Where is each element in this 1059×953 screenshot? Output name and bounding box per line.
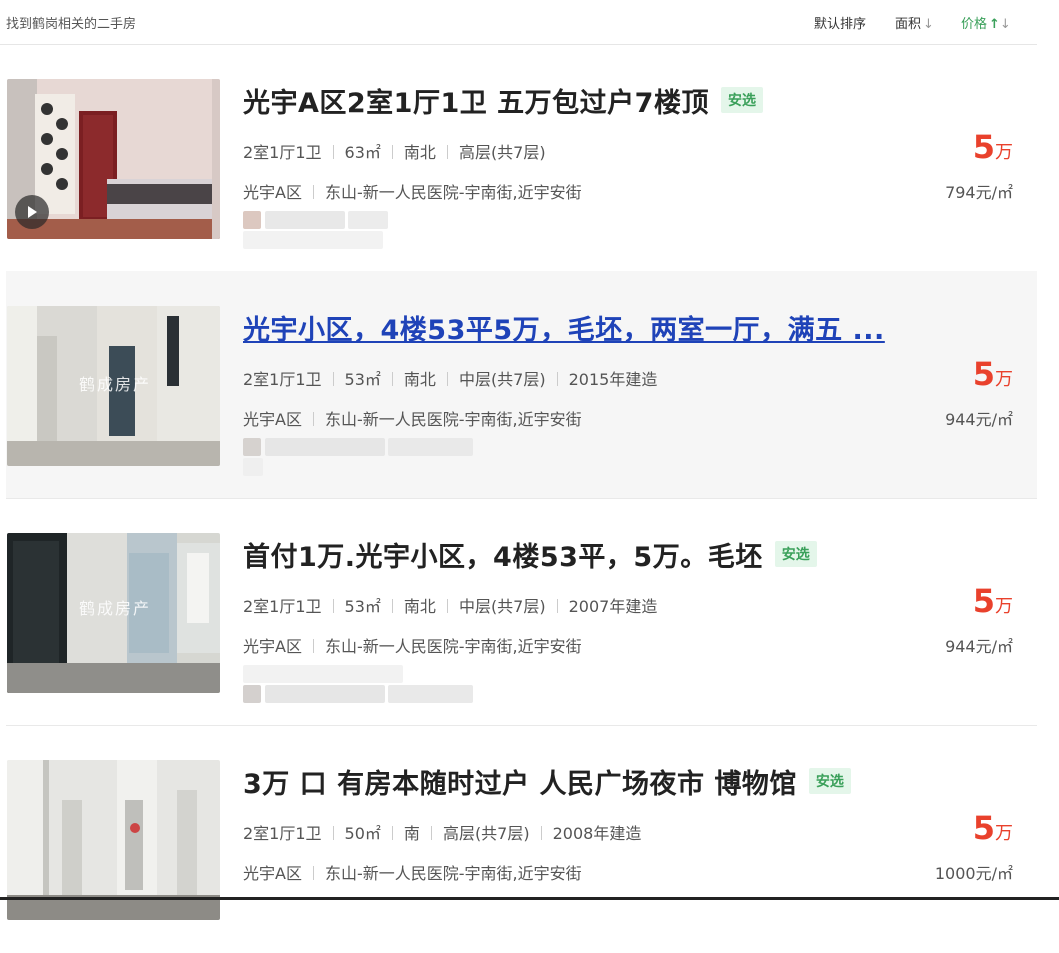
arrow-down-icon: ↓ [923, 17, 934, 32]
listing-specs: 2室1厅1卫 63㎡ 南北 高层(共7层) [243, 139, 546, 163]
listing-item[interactable]: 鹤成房产 首付1万.光宇小区，4楼53平，5万。毛坯 安选 2室1厅1卫 53㎡ 南… [6, 498, 1037, 726]
listing-item[interactable]: 鹤成房产 光宇小区，4楼53平5万，毛坯，两室一厅，满五 ... 2室1厅1卫 5… [6, 271, 1037, 499]
results-header: 找到鹤岗相关的二手房 默认排序 面积 ↓ 价格 ↑↓ [0, 0, 1037, 45]
price-unit: 万 [995, 596, 1013, 617]
price-number: 5 [972, 128, 995, 166]
spec-floor: 高层(共7层) [442, 824, 530, 843]
spec-orientation: 南北 [403, 143, 436, 162]
price-number: 5 [972, 355, 995, 393]
listing-address: 光宇A区 东山-新一人民医院-宇南街,近宇安街 [243, 860, 582, 884]
listing-item[interactable]: 3万 口 有房本随时过户 人民广场夜市 博物馆 安选 2室1厅1卫 50㎡ 南 高层(… [6, 725, 1037, 953]
listing-photo[interactable] [7, 79, 220, 239]
arrow-down-icon: ↓ [999, 17, 1011, 32]
community-link[interactable]: 光宇A区 [243, 637, 302, 656]
spec-build-year: 2007年建造 [568, 597, 658, 616]
watermark-text: 鹤成房产 [79, 599, 152, 618]
play-video-icon[interactable] [15, 195, 49, 229]
sort-price-label: 价格 [961, 17, 988, 32]
address-text: 东山-新一人民医院-宇南街,近宇安街 [324, 637, 582, 656]
sort-area-label: 面积 [895, 17, 922, 32]
listing-title[interactable]: 3万 口 有房本随时过户 人民广场夜市 博物馆 [243, 762, 797, 801]
spec-area: 50㎡ [344, 824, 381, 843]
price-unit: 万 [995, 823, 1013, 844]
spec-floor: 高层(共7层) [458, 143, 546, 162]
price-number: 5 [972, 582, 995, 620]
listing-photo[interactable]: 鹤成房产 [7, 533, 220, 693]
listing-address: 光宇A区 东山-新一人民医院-宇南街,近宇安街 [243, 633, 582, 657]
spec-layout: 2室1厅1卫 [243, 143, 322, 162]
spec-layout: 2室1厅1卫 [243, 370, 322, 389]
unit-price: 1000元/㎡ [934, 864, 1013, 883]
listing-photo[interactable] [7, 760, 220, 920]
listing-tags [243, 438, 483, 476]
listing-item[interactable]: 光宇A区2室1厅1卫 五万包过户7楼顶 安选 2室1厅1卫 63㎡ 南北 高层(共7层… [6, 44, 1037, 272]
listing-specs: 2室1厅1卫 50㎡ 南 高层(共7层) 2008年建造 [243, 820, 641, 844]
address-text: 东山-新一人民医院-宇南街,近宇安街 [324, 410, 582, 429]
listing-address: 光宇A区 东山-新一人民医院-宇南街,近宇安街 [243, 406, 582, 430]
total-price: 5万 [973, 582, 1013, 620]
spec-layout: 2室1厅1卫 [243, 824, 322, 843]
spec-orientation: 南北 [403, 370, 436, 389]
arrow-up-icon: ↑ [989, 17, 1000, 32]
sort-price-button[interactable]: 价格 ↑↓ [961, 13, 1011, 32]
price-unit: 万 [995, 142, 1013, 163]
listing-title[interactable]: 光宇A区2室1厅1卫 五万包过户7楼顶 [243, 81, 709, 120]
results-count-text: 找到鹤岗相关的二手房 [6, 17, 137, 32]
listing-title[interactable]: 首付1万.光宇小区，4楼53平，5万。毛坯 [243, 535, 763, 574]
spec-area: 63㎡ [344, 143, 381, 162]
listing-specs: 2室1厅1卫 53㎡ 南北 中层(共7层) 2007年建造 [243, 593, 657, 617]
spec-floor: 中层(共7层) [458, 597, 546, 616]
unit-price: 944元/㎡ [945, 410, 1013, 429]
watermark-text: 鹤成房产 [79, 375, 152, 394]
listing-tags [243, 665, 483, 703]
spec-floor: 中层(共7层) [458, 370, 546, 389]
safe-select-badge: 安选 [720, 87, 763, 113]
unit-price: 944元/㎡ [945, 637, 1013, 656]
spec-build-year: 2015年建造 [568, 370, 658, 389]
spec-build-year: 2008年建造 [552, 824, 642, 843]
spec-layout: 2室1厅1卫 [243, 597, 322, 616]
price-unit: 万 [995, 369, 1013, 390]
address-text: 东山-新一人民医院-宇南街,近宇安街 [324, 864, 582, 883]
sort-default-button[interactable]: 默认排序 [814, 13, 866, 32]
listing-photo[interactable]: 鹤成房产 [7, 306, 220, 466]
sort-default-label: 默认排序 [814, 17, 867, 32]
total-price: 5万 [973, 128, 1013, 166]
unit-price: 794元/㎡ [945, 183, 1013, 202]
community-link[interactable]: 光宇A区 [243, 864, 302, 883]
spec-orientation: 南北 [403, 597, 436, 616]
total-price: 5万 [973, 355, 1013, 393]
community-link[interactable]: 光宇A区 [243, 410, 302, 429]
address-text: 东山-新一人民医院-宇南街,近宇安街 [324, 183, 582, 202]
listing-specs: 2室1厅1卫 53㎡ 南北 中层(共7层) 2015年建造 [243, 366, 657, 390]
safe-select-badge: 安选 [774, 541, 817, 567]
spec-orientation: 南 [403, 824, 420, 843]
spec-area: 53㎡ [344, 370, 381, 389]
spec-area: 53㎡ [344, 597, 381, 616]
total-price: 5万 [973, 809, 1013, 847]
listing-tags [243, 211, 483, 249]
community-link[interactable]: 光宇A区 [243, 183, 302, 202]
sort-area-button[interactable]: 面积 ↓ [895, 13, 934, 32]
listing-title[interactable]: 光宇小区，4楼53平5万，毛坯，两室一厅，满五 ... [243, 308, 885, 347]
price-number: 5 [972, 809, 995, 847]
safe-select-badge: 安选 [808, 768, 851, 794]
listing-address: 光宇A区 东山-新一人民医院-宇南街,近宇安街 [243, 179, 582, 203]
room-photo [7, 760, 220, 920]
